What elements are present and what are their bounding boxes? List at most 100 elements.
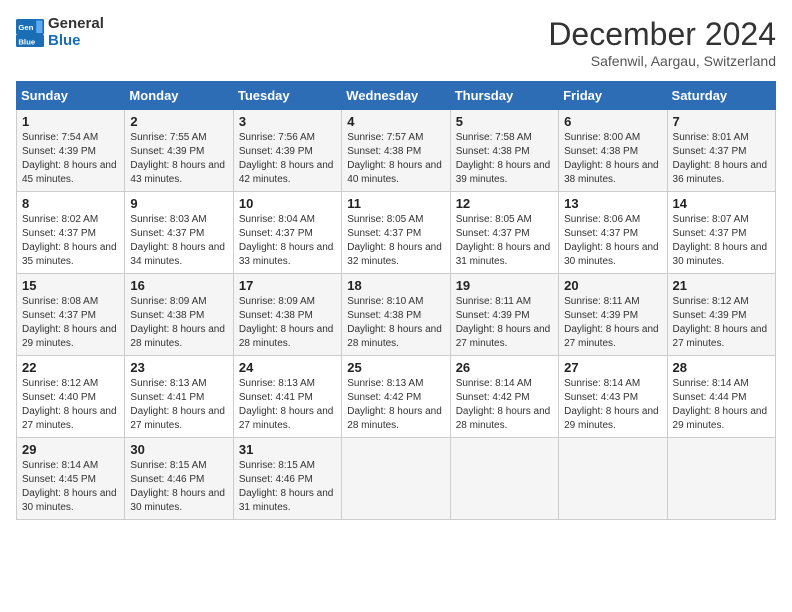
calendar-header-wednesday: Wednesday (342, 82, 450, 110)
calendar-day-cell: 2 Sunrise: 7:55 AM Sunset: 4:39 PM Daylig… (125, 110, 233, 192)
logo-text: General Blue (48, 16, 104, 49)
calendar-day-cell: 26 Sunrise: 8:14 AM Sunset: 4:42 PM Dayli… (450, 356, 558, 438)
calendar-week-row: 1 Sunrise: 7:54 AM Sunset: 4:39 PM Daylig… (17, 110, 776, 192)
calendar-week-row: 29 Sunrise: 8:14 AM Sunset: 4:45 PM Dayli… (17, 438, 776, 520)
calendar-day-cell: 4Sunrise: 7:57 AM Sunset: 4:38 PM Daylig… (342, 110, 450, 192)
calendar-day-cell: 11Sunrise: 8:05 AM Sunset: 4:37 PM Dayli… (342, 192, 450, 274)
day-number: 25 (347, 360, 444, 375)
calendar-day-cell: 25Sunrise: 8:13 AM Sunset: 4:42 PM Dayli… (342, 356, 450, 438)
day-info: Sunrise: 8:05 AM Sunset: 4:37 PM Dayligh… (347, 213, 444, 269)
day-info: Sunrise: 7:55 AM Sunset: 4:39 PM Dayligh… (130, 131, 227, 187)
calendar-week-row: 22 Sunrise: 8:12 AM Sunset: 4:40 PM Dayli… (17, 356, 776, 438)
calendar-day-cell: 22 Sunrise: 8:12 AM Sunset: 4:40 PM Dayli… (17, 356, 125, 438)
logo: Gen Blue General Blue (16, 16, 104, 49)
calendar-day-cell: 20 Sunrise: 8:11 AM Sunset: 4:39 PM Dayli… (559, 274, 667, 356)
day-info: Sunrise: 8:08 AM Sunset: 4:37 PM Dayligh… (22, 295, 119, 351)
calendar-day-cell: 31 Sunrise: 8:15 AM Sunset: 4:46 PM Dayli… (233, 438, 341, 520)
day-number: 10 (239, 196, 336, 211)
day-info: Sunrise: 8:05 AM Sunset: 4:37 PM Dayligh… (456, 213, 553, 269)
title-area: December 2024 Safenwil, Aargau, Switzerl… (548, 16, 776, 69)
calendar-day-cell (342, 438, 450, 520)
day-number: 23 (130, 360, 227, 375)
day-info: Sunrise: 8:12 AM Sunset: 4:40 PM Dayligh… (22, 377, 119, 433)
day-info: Sunrise: 8:09 AM Sunset: 4:38 PM Dayligh… (130, 295, 227, 351)
day-info: Sunrise: 8:13 AM Sunset: 4:41 PM Dayligh… (239, 377, 336, 433)
calendar-day-cell: 10 Sunrise: 8:04 AM Sunset: 4:37 PM Dayli… (233, 192, 341, 274)
calendar-day-cell (667, 438, 775, 520)
day-number: 1 (22, 114, 119, 129)
day-number: 8 (22, 196, 119, 211)
day-number: 14 (673, 196, 770, 211)
day-number: 5 (456, 114, 553, 129)
calendar-day-cell: 12Sunrise: 8:05 AM Sunset: 4:37 PM Dayli… (450, 192, 558, 274)
calendar-header-friday: Friday (559, 82, 667, 110)
day-number: 2 (130, 114, 227, 129)
calendar-day-cell: 9Sunrise: 8:03 AM Sunset: 4:37 PM Daylig… (125, 192, 233, 274)
day-number: 3 (239, 114, 336, 129)
calendar-day-cell: 16 Sunrise: 8:09 AM Sunset: 4:38 PM Dayli… (125, 274, 233, 356)
day-info: Sunrise: 8:15 AM Sunset: 4:46 PM Dayligh… (239, 459, 336, 515)
calendar-day-cell: 30Sunrise: 8:15 AM Sunset: 4:46 PM Dayli… (125, 438, 233, 520)
calendar-day-cell: 29 Sunrise: 8:14 AM Sunset: 4:45 PM Dayli… (17, 438, 125, 520)
day-info: Sunrise: 8:07 AM Sunset: 4:37 PM Dayligh… (673, 213, 770, 269)
month-title: December 2024 (548, 16, 776, 53)
calendar-day-cell: 15 Sunrise: 8:08 AM Sunset: 4:37 PM Dayli… (17, 274, 125, 356)
day-number: 29 (22, 442, 119, 457)
calendar-day-cell: 3 Sunrise: 7:56 AM Sunset: 4:39 PM Daylig… (233, 110, 341, 192)
day-info: Sunrise: 8:09 AM Sunset: 4:38 PM Dayligh… (239, 295, 336, 351)
day-number: 15 (22, 278, 119, 293)
day-info: Sunrise: 8:12 AM Sunset: 4:39 PM Dayligh… (673, 295, 770, 351)
day-info: Sunrise: 8:13 AM Sunset: 4:41 PM Dayligh… (130, 377, 227, 433)
day-number: 19 (456, 278, 553, 293)
day-info: Sunrise: 8:14 AM Sunset: 4:42 PM Dayligh… (456, 377, 553, 433)
day-info: Sunrise: 7:54 AM Sunset: 4:39 PM Dayligh… (22, 131, 119, 187)
day-number: 20 (564, 278, 661, 293)
day-number: 6 (564, 114, 661, 129)
calendar-day-cell: 23 Sunrise: 8:13 AM Sunset: 4:41 PM Dayli… (125, 356, 233, 438)
calendar-day-cell: 18 Sunrise: 8:10 AM Sunset: 4:38 PM Dayli… (342, 274, 450, 356)
day-number: 22 (22, 360, 119, 375)
day-number: 9 (130, 196, 227, 211)
calendar-header-monday: Monday (125, 82, 233, 110)
day-number: 28 (673, 360, 770, 375)
calendar-day-cell: 21 Sunrise: 8:12 AM Sunset: 4:39 PM Dayli… (667, 274, 775, 356)
day-info: Sunrise: 8:11 AM Sunset: 4:39 PM Dayligh… (456, 295, 553, 351)
calendar-day-cell: 5Sunrise: 7:58 AM Sunset: 4:38 PM Daylig… (450, 110, 558, 192)
calendar-day-cell: 8 Sunrise: 8:02 AM Sunset: 4:37 PM Daylig… (17, 192, 125, 274)
day-info: Sunrise: 8:14 AM Sunset: 4:43 PM Dayligh… (564, 377, 661, 433)
calendar-day-cell (450, 438, 558, 520)
calendar-day-cell: 6 Sunrise: 8:00 AM Sunset: 4:38 PM Daylig… (559, 110, 667, 192)
calendar-header-saturday: Saturday (667, 82, 775, 110)
day-info: Sunrise: 8:11 AM Sunset: 4:39 PM Dayligh… (564, 295, 661, 351)
day-number: 17 (239, 278, 336, 293)
calendar-day-cell: 14 Sunrise: 8:07 AM Sunset: 4:37 PM Dayli… (667, 192, 775, 274)
day-info: Sunrise: 8:00 AM Sunset: 4:38 PM Dayligh… (564, 131, 661, 187)
day-number: 4 (347, 114, 444, 129)
day-number: 26 (456, 360, 553, 375)
day-info: Sunrise: 8:14 AM Sunset: 4:44 PM Dayligh… (673, 377, 770, 433)
calendar-header-sunday: Sunday (17, 82, 125, 110)
day-number: 27 (564, 360, 661, 375)
location: Safenwil, Aargau, Switzerland (548, 53, 776, 69)
calendar-day-cell: 1 Sunrise: 7:54 AM Sunset: 4:39 PM Daylig… (17, 110, 125, 192)
calendar-day-cell: 13Sunrise: 8:06 AM Sunset: 4:37 PM Dayli… (559, 192, 667, 274)
day-number: 18 (347, 278, 444, 293)
day-info: Sunrise: 8:10 AM Sunset: 4:38 PM Dayligh… (347, 295, 444, 351)
day-info: Sunrise: 8:02 AM Sunset: 4:37 PM Dayligh… (22, 213, 119, 269)
day-info: Sunrise: 8:06 AM Sunset: 4:37 PM Dayligh… (564, 213, 661, 269)
calendar: SundayMondayTuesdayWednesdayThursdayFrid… (16, 81, 776, 520)
calendar-day-cell: 7Sunrise: 8:01 AM Sunset: 4:37 PM Daylig… (667, 110, 775, 192)
calendar-header-tuesday: Tuesday (233, 82, 341, 110)
day-number: 31 (239, 442, 336, 457)
day-number: 16 (130, 278, 227, 293)
day-info: Sunrise: 8:04 AM Sunset: 4:37 PM Dayligh… (239, 213, 336, 269)
day-info: Sunrise: 7:56 AM Sunset: 4:39 PM Dayligh… (239, 131, 336, 187)
calendar-week-row: 8 Sunrise: 8:02 AM Sunset: 4:37 PM Daylig… (17, 192, 776, 274)
day-number: 21 (673, 278, 770, 293)
svg-text:Gen: Gen (18, 22, 33, 31)
calendar-header-thursday: Thursday (450, 82, 558, 110)
day-number: 7 (673, 114, 770, 129)
day-number: 24 (239, 360, 336, 375)
calendar-header-row: SundayMondayTuesdayWednesdayThursdayFrid… (17, 82, 776, 110)
day-info: Sunrise: 8:14 AM Sunset: 4:45 PM Dayligh… (22, 459, 119, 515)
